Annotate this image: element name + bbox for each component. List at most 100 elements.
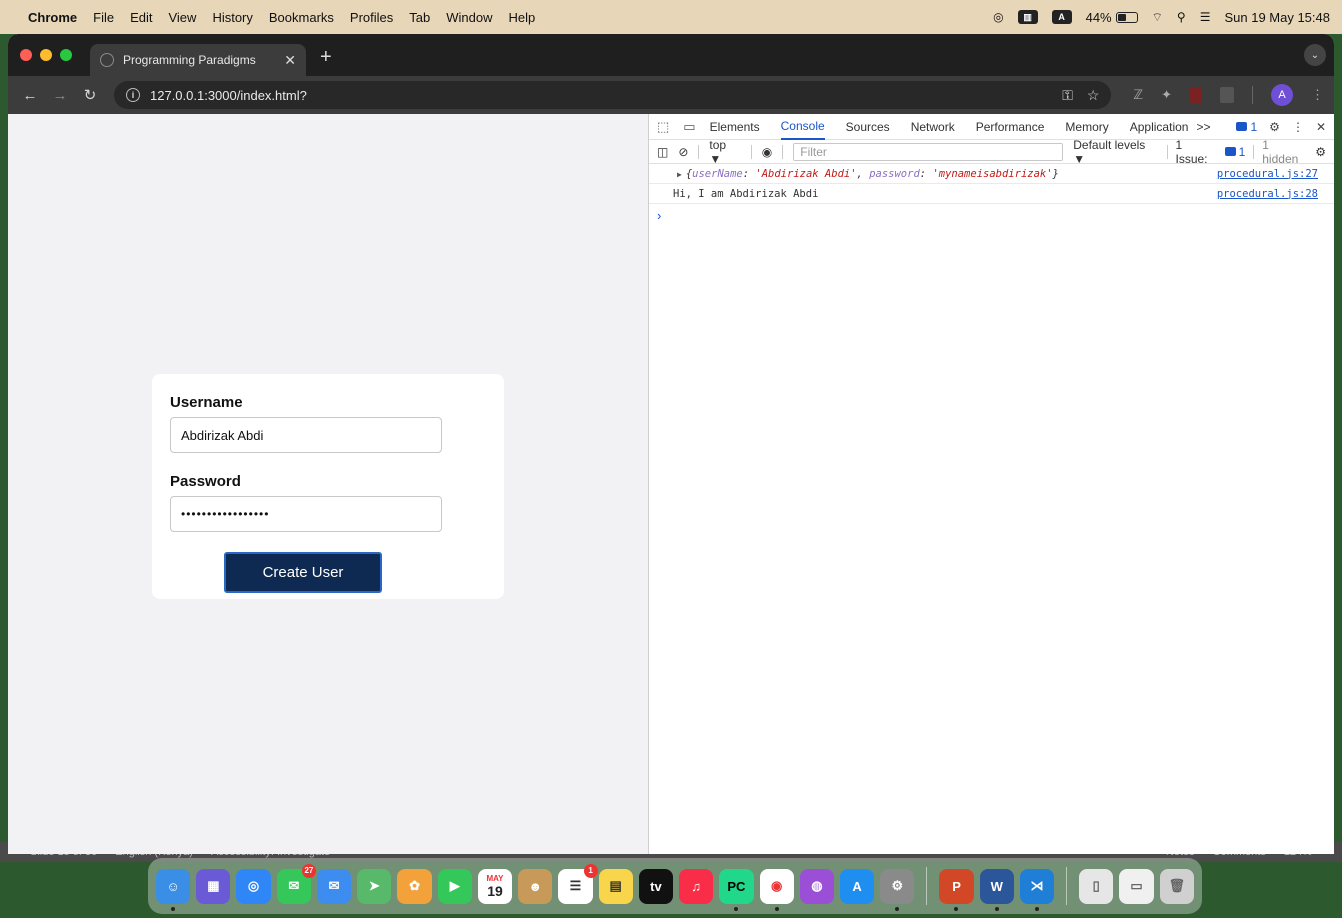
issues-label[interactable]: 1 Issue:: [1176, 138, 1217, 166]
console-settings-icon[interactable]: ⚙: [1315, 145, 1326, 159]
url-text[interactable]: 127.0.0.1:3000/index.html?: [150, 88, 1048, 103]
reload-icon[interactable]: ↻: [78, 86, 102, 104]
extensions-puzzle-icon[interactable]: [1220, 87, 1234, 103]
extension-red-icon[interactable]: [1190, 87, 1202, 103]
site-info-icon[interactable]: i: [126, 88, 140, 102]
password-key-icon[interactable]: ⚿: [1062, 87, 1073, 104]
tab-memory[interactable]: Memory: [1065, 114, 1108, 140]
menu-history[interactable]: History: [212, 10, 252, 25]
close-window-button[interactable]: [20, 49, 32, 61]
mail-icon[interactable]: ✉: [316, 868, 352, 904]
finder-icon[interactable]: ☺: [156, 868, 191, 911]
tab-sources[interactable]: Sources: [846, 114, 890, 140]
maps-icon[interactable]: ➤: [357, 868, 392, 904]
menu-view[interactable]: View: [168, 10, 196, 25]
tab-console[interactable]: Console: [780, 114, 825, 140]
extension-bulb-icon[interactable]: ✦: [1161, 87, 1172, 103]
menu-clock[interactable]: Sun 19 May 15:48: [1224, 10, 1330, 25]
menu-help[interactable]: Help: [509, 10, 536, 25]
device-toolbar-icon[interactable]: ▭: [683, 119, 695, 135]
issues-badge[interactable]: 1: [1236, 120, 1257, 134]
log-source-link[interactable]: procedural.js:27: [1217, 168, 1318, 180]
launchpad-icon[interactable]: ▦: [196, 868, 231, 904]
live-expression-eye-icon[interactable]: ◉: [762, 145, 772, 159]
reminders-icon[interactable]: ☰ 1: [558, 863, 598, 904]
menu-app-name[interactable]: Chrome: [28, 10, 77, 25]
chrome-icon[interactable]: ◉: [759, 868, 794, 911]
sidebar-toggle-icon[interactable]: ◫: [657, 145, 668, 159]
vscode-icon[interactable]: ⋊: [1019, 868, 1055, 911]
messages-icon[interactable]: ✉ 27: [276, 863, 316, 904]
issue-count-badge[interactable]: 1: [1224, 145, 1245, 159]
apple-tv-icon[interactable]: tv: [638, 868, 674, 904]
console-filter-input[interactable]: Filter: [793, 142, 1064, 161]
facetime-icon[interactable]: ▶: [437, 868, 472, 904]
control-center-icon[interactable]: ☰: [1200, 10, 1211, 24]
expand-triangle-icon[interactable]: ▶: [677, 170, 682, 179]
spotlight-search-icon[interactable]: ⚲: [1177, 10, 1186, 24]
browser-tab[interactable]: Programming Paradigms ✕: [90, 44, 306, 76]
menu-profiles[interactable]: Profiles: [350, 10, 393, 25]
menu-edit[interactable]: Edit: [130, 10, 152, 25]
more-tabs-button[interactable]: >>: [1196, 120, 1210, 134]
console-log-entry[interactable]: ▶ {userName: 'Abdirizak Abdi', password: …: [649, 164, 1334, 184]
tab-performance[interactable]: Performance: [976, 114, 1045, 140]
input-source-icon[interactable]: A: [1051, 10, 1072, 24]
downloads-stack-icon[interactable]: ▭: [1119, 868, 1154, 904]
bookmark-star-icon[interactable]: ☆: [1087, 87, 1100, 104]
inspect-element-icon[interactable]: ⬚: [657, 119, 669, 135]
photos-icon[interactable]: ✿: [397, 868, 432, 904]
forward-icon[interactable]: →: [48, 87, 72, 104]
new-tab-button[interactable]: +: [320, 46, 332, 69]
close-tab-icon[interactable]: ✕: [284, 52, 296, 69]
notes-icon[interactable]: ▤: [598, 868, 633, 904]
username-input[interactable]: Abdirizak Abdi: [170, 417, 442, 453]
log-source-link[interactable]: procedural.js:28: [1217, 188, 1318, 200]
menu-window[interactable]: Window: [446, 10, 492, 25]
create-user-button[interactable]: Create User: [224, 552, 382, 593]
wifi-icon[interactable]: ⌔: [1152, 10, 1163, 25]
trash-icon[interactable]: 🗑: [1159, 868, 1194, 904]
calendar-icon[interactable]: MAY 19: [477, 868, 513, 904]
password-input[interactable]: •••••••••••••••••: [170, 496, 442, 532]
devtools-menu-icon[interactable]: ⋮: [1292, 120, 1304, 134]
tab-elements[interactable]: Elements: [710, 114, 760, 140]
log-object[interactable]: ▶ {userName: 'Abdirizak Abdi', password: …: [677, 168, 1217, 180]
menu-file[interactable]: File: [93, 10, 114, 25]
tab-application[interactable]: Application: [1130, 114, 1189, 140]
system-settings-icon[interactable]: ⚙: [880, 868, 915, 911]
context-selector[interactable]: top ▼: [709, 138, 740, 166]
safari-icon[interactable]: ◎: [236, 868, 271, 904]
back-icon[interactable]: ←: [18, 87, 42, 104]
battery-icon: [1115, 11, 1138, 23]
console-log-entry[interactable]: Hi, I am Abdirizak Abdi procedural.js:28: [649, 184, 1334, 204]
log-levels-dropdown[interactable]: Default levels ▼: [1073, 138, 1158, 166]
zoom-window-button[interactable]: [60, 49, 72, 61]
music-icon[interactable]: ♫: [679, 868, 714, 904]
keyboard-icon[interactable]: ▥: [1017, 10, 1038, 24]
menu-bookmarks[interactable]: Bookmarks: [269, 10, 334, 25]
settings-gear-icon[interactable]: ⚙: [1269, 120, 1280, 134]
extension-z-icon[interactable]: ℤ: [1133, 87, 1143, 103]
minimize-window-button[interactable]: [40, 49, 52, 61]
calendar-day: 19: [487, 882, 503, 899]
clear-console-icon[interactable]: ⊘: [678, 145, 688, 159]
chrome-menu-icon[interactable]: ⋮: [1311, 87, 1324, 103]
word-icon[interactable]: W: [979, 868, 1014, 911]
pycharm-icon[interactable]: PC: [719, 868, 754, 911]
document-stack-icon[interactable]: ▯: [1079, 868, 1114, 904]
console-prompt[interactable]: ›: [649, 204, 1334, 227]
podcasts-icon[interactable]: ◍: [799, 868, 834, 904]
address-bar[interactable]: i 127.0.0.1:3000/index.html? ⚿ ☆: [114, 81, 1112, 109]
contacts-icon[interactable]: ☻: [518, 868, 553, 904]
tab-search-icon[interactable]: ⌄: [1304, 44, 1326, 66]
powerpoint-icon[interactable]: P: [939, 868, 974, 911]
profile-avatar[interactable]: A: [1271, 84, 1293, 106]
menu-tab[interactable]: Tab: [409, 10, 430, 25]
tab-network[interactable]: Network: [911, 114, 955, 140]
app-store-icon[interactable]: A: [839, 868, 875, 904]
close-devtools-icon[interactable]: ✕: [1316, 120, 1326, 134]
create-user-form: Username Abdirizak Abdi Password •••••••…: [152, 374, 504, 599]
airdrop-icon[interactable]: ◎: [993, 10, 1003, 24]
battery-status[interactable]: 44%: [1086, 10, 1138, 25]
